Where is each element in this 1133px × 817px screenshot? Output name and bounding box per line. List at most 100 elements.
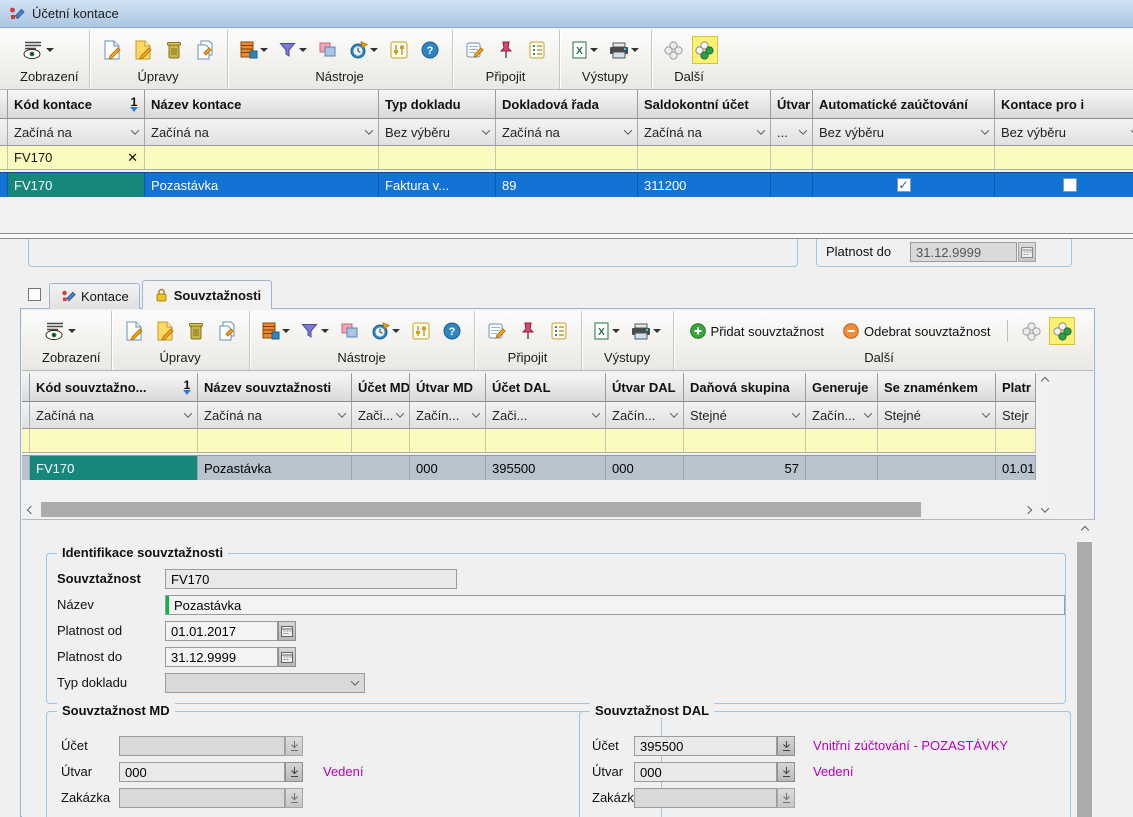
typ-dokladu-combo[interactable] xyxy=(165,673,365,693)
checklist-icon[interactable] xyxy=(547,318,571,344)
columns-list-icon[interactable] xyxy=(260,318,292,344)
scrollbar-thumb[interactable] xyxy=(1077,542,1092,817)
scroll-left-button[interactable] xyxy=(22,501,39,518)
filter-dropdown[interactable]: Začín... xyxy=(806,402,878,429)
filter-value-cell[interactable] xyxy=(771,146,813,170)
merge-pages-icon[interactable] xyxy=(338,318,362,344)
settings-sliders-icon[interactable] xyxy=(387,37,411,63)
filter-value-cell[interactable] xyxy=(410,429,486,453)
lookup-icon[interactable] xyxy=(285,788,303,808)
filter-dropdown[interactable]: Začín... xyxy=(410,402,486,429)
lookup-icon[interactable] xyxy=(285,736,303,756)
delete-record-icon[interactable] xyxy=(162,37,186,63)
platnost-do-field[interactable]: 31.12.9999 xyxy=(165,647,278,667)
copy-record-icon[interactable] xyxy=(193,37,217,63)
tab-kontace[interactable]: Kontace xyxy=(49,283,140,309)
edit-record-icon[interactable] xyxy=(131,37,155,63)
zakazka-md-field[interactable] xyxy=(119,788,285,808)
note-edit-icon[interactable] xyxy=(463,37,487,63)
excel-export-icon[interactable]: X xyxy=(592,318,622,344)
tab-souvztaznosti[interactable]: Souvztažnosti xyxy=(142,280,272,309)
merge-pages-icon[interactable] xyxy=(316,37,340,63)
filter-dropdown[interactable]: Začíná na xyxy=(30,402,198,429)
filter-value-cell[interactable] xyxy=(684,429,806,453)
clover-gray-icon[interactable] xyxy=(1019,318,1043,344)
refresh-clock-icon[interactable] xyxy=(347,37,380,63)
filter-funnel-icon[interactable] xyxy=(277,37,309,63)
platnost-od-field[interactable]: 01.01.2017 xyxy=(165,621,278,641)
filter-value-cell[interactable] xyxy=(606,429,684,453)
print-icon[interactable] xyxy=(629,318,663,344)
settings-sliders-icon[interactable] xyxy=(409,318,433,344)
scroll-right-button[interactable] xyxy=(1019,501,1036,518)
add-souvztaznost-button[interactable]: Přidat souvztažnost xyxy=(684,323,830,339)
filter-dropdown[interactable]: Zači... xyxy=(486,402,606,429)
lookup-icon[interactable] xyxy=(285,762,303,782)
filter-value-cell[interactable] xyxy=(813,146,995,170)
note-edit-icon[interactable] xyxy=(485,318,509,344)
lookup-icon[interactable] xyxy=(777,788,795,808)
checkbox[interactable] xyxy=(897,178,911,192)
filter-dropdown[interactable]: ... xyxy=(771,119,813,146)
clear-filter-icon[interactable]: ✕ xyxy=(127,150,138,166)
excel-export-icon[interactable]: X xyxy=(570,37,600,63)
filter-value-cell[interactable] xyxy=(996,429,1036,453)
copy-record-icon[interactable] xyxy=(215,318,239,344)
filter-dropdown[interactable]: Začíná na xyxy=(8,119,145,146)
calendar-icon[interactable] xyxy=(1018,242,1036,262)
ucet-md-field[interactable] xyxy=(119,736,285,756)
help-icon[interactable]: ? xyxy=(418,37,442,63)
souvztaznost-field[interactable]: FV170 xyxy=(165,569,457,589)
edit-record-icon[interactable] xyxy=(153,318,177,344)
column-header-ucet-dal[interactable]: Účet DAL xyxy=(486,373,606,402)
lookup-icon[interactable] xyxy=(777,762,795,782)
pin-icon[interactable] xyxy=(516,318,540,344)
utvar-md-field[interactable]: 000 xyxy=(119,762,285,782)
column-header-utvar-md[interactable]: Útvar MD xyxy=(410,373,486,402)
clover-green-icon[interactable] xyxy=(1050,318,1074,344)
table-row[interactable]: FV170 Pozastávka 000 395500 000 57 01.01 xyxy=(22,455,1036,481)
filter-dropdown[interactable]: Začíná na xyxy=(638,119,771,146)
ucet-dal-field[interactable]: 395500 xyxy=(634,736,777,756)
column-header-se-znamenkem[interactable]: Se znaménkem xyxy=(878,373,996,402)
checkbox[interactable] xyxy=(1063,178,1077,192)
filter-dropdown[interactable]: Stejné xyxy=(684,402,806,429)
filter-value-cell[interactable] xyxy=(379,146,496,170)
clover-gray-icon[interactable] xyxy=(662,37,686,63)
utvar-dal-field[interactable]: 000 xyxy=(634,762,777,782)
new-record-icon[interactable] xyxy=(122,318,146,344)
column-header-utvar[interactable]: Útvar xyxy=(771,90,813,119)
filter-value-cell[interactable] xyxy=(198,429,352,453)
filter-dropdown[interactable]: Bez výběru xyxy=(379,119,496,146)
calendar-icon[interactable] xyxy=(278,647,296,667)
remove-souvztaznost-button[interactable]: Odebrat souvztažnost xyxy=(837,323,996,339)
filter-value-cell[interactable] xyxy=(806,429,878,453)
print-icon[interactable] xyxy=(607,37,641,63)
grid-vertical-scrollbar[interactable] xyxy=(1036,373,1053,518)
filter-value-cell[interactable] xyxy=(486,429,606,453)
pin-icon[interactable] xyxy=(494,37,518,63)
calendar-icon[interactable] xyxy=(278,621,296,641)
scroll-up-button[interactable] xyxy=(1036,373,1053,389)
filter-value-cell[interactable] xyxy=(496,146,638,170)
filter-value-cell[interactable] xyxy=(878,429,996,453)
column-header-ucet-md[interactable]: Účet MD xyxy=(352,373,410,402)
filter-value-cell[interactable] xyxy=(30,429,198,453)
filter-dropdown[interactable]: Bez výběru xyxy=(813,119,995,146)
column-header-nazev-kontace[interactable]: Název kontace xyxy=(145,90,379,119)
filter-dropdown[interactable]: Začíná na xyxy=(198,402,352,429)
column-header-automaticke-zauctovani[interactable]: Automatické zaúčtování xyxy=(813,90,995,119)
filter-value-cell[interactable] xyxy=(352,429,410,453)
filter-funnel-icon[interactable] xyxy=(299,318,331,344)
delete-record-icon[interactable] xyxy=(184,318,208,344)
checklist-icon[interactable] xyxy=(525,37,549,63)
column-header-utvar-dal[interactable]: Útvar DAL xyxy=(606,373,684,402)
filter-value-cell[interactable] xyxy=(638,146,771,170)
filter-dropdown[interactable]: Začíná na xyxy=(496,119,638,146)
filter-value-cell[interactable]: FV170✕ xyxy=(8,146,145,170)
columns-list-icon[interactable] xyxy=(238,37,270,63)
filter-dropdown[interactable]: Zači... xyxy=(352,402,410,429)
clover-green-icon[interactable] xyxy=(693,37,717,63)
column-header-saldokontni-ucet[interactable]: Saldokontní účet xyxy=(638,90,771,119)
new-record-icon[interactable] xyxy=(100,37,124,63)
